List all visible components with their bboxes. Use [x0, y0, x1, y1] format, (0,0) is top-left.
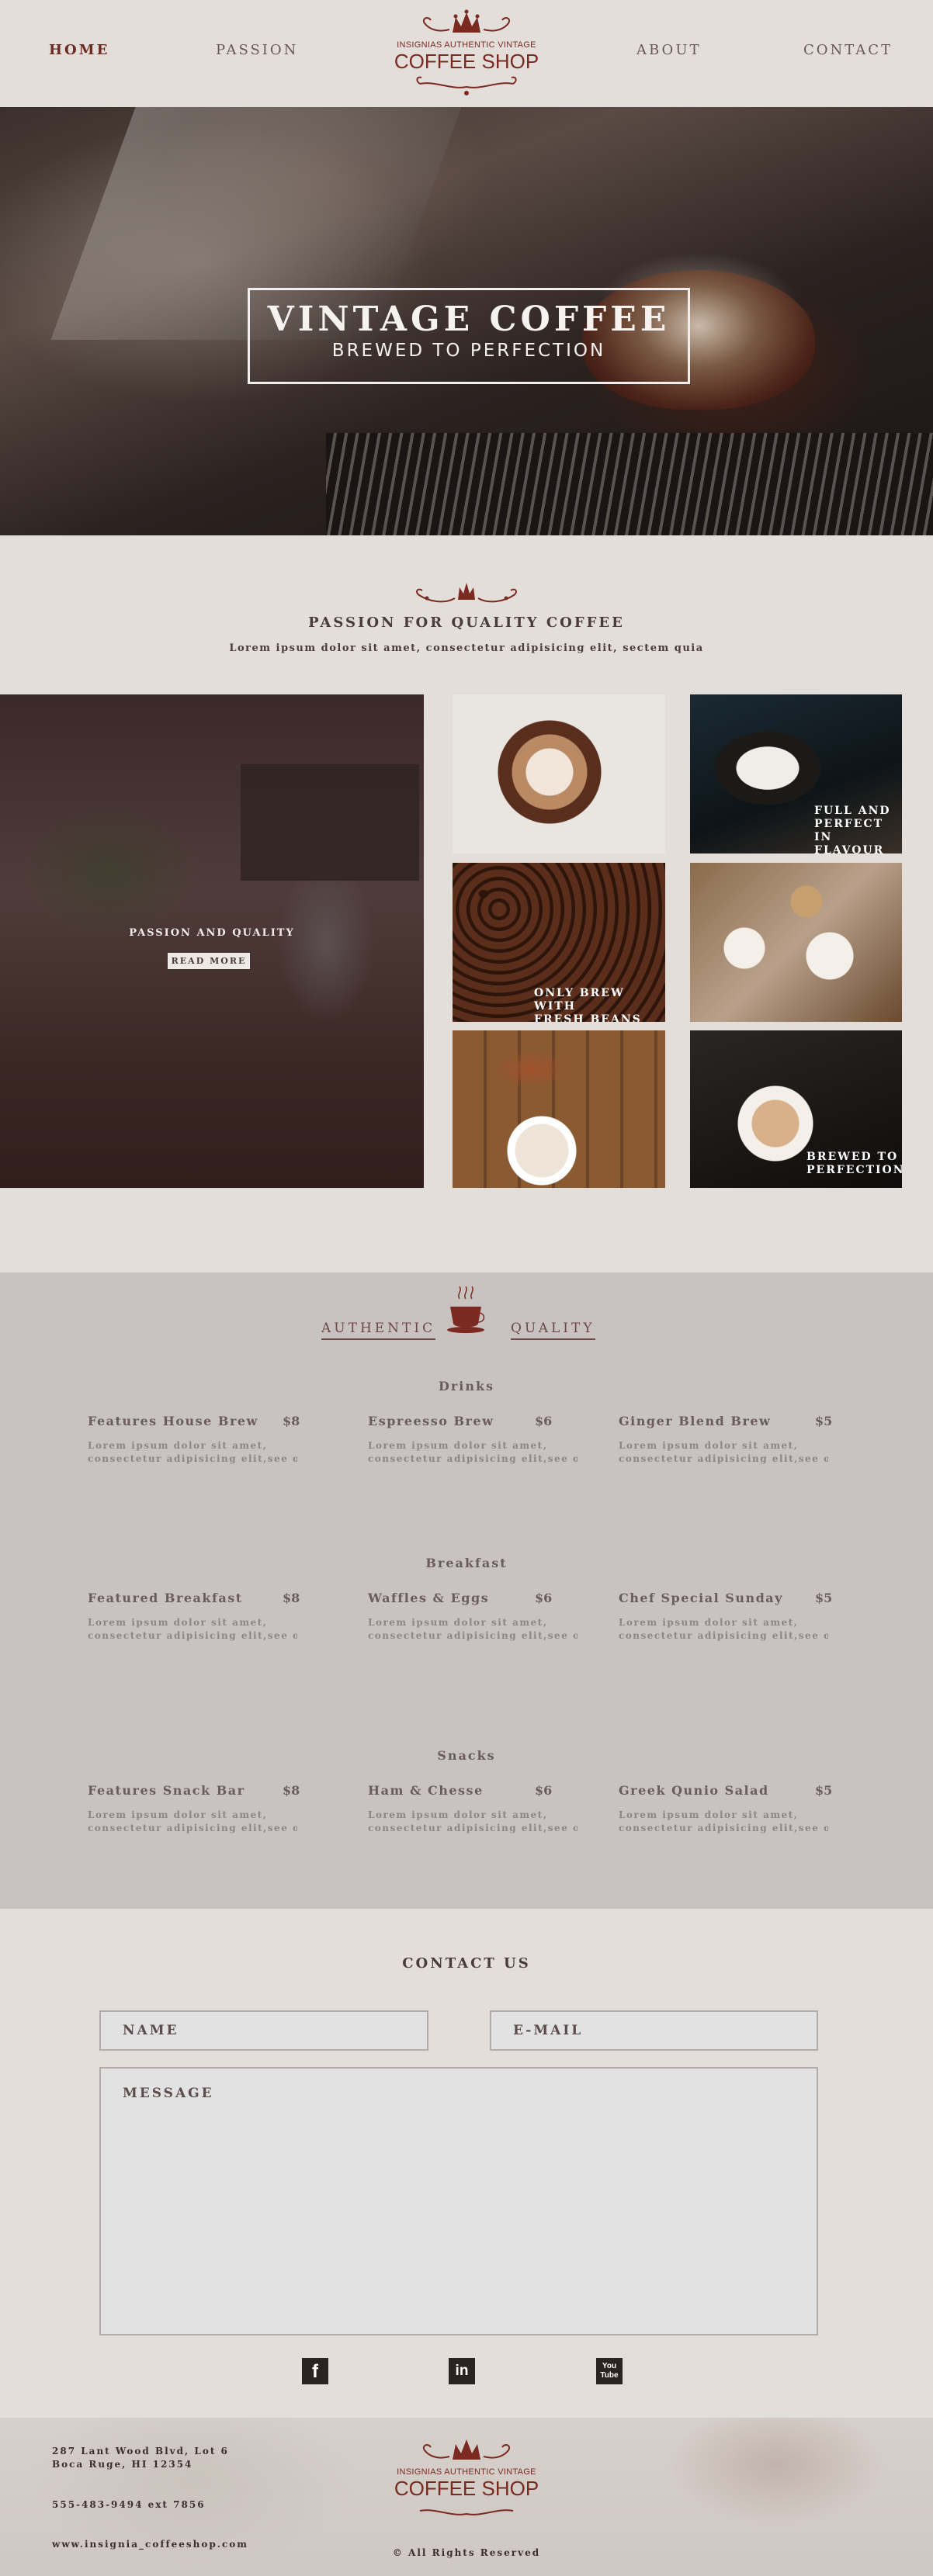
menu-item-desc: Lorem ipsum dolor sit amet, [88, 1617, 268, 1628]
menu-heading-left: AUTHENTIC [321, 1321, 436, 1340]
youtube-icon[interactable]: You Tube [596, 2358, 623, 2384]
linkedin-icon[interactable]: in [449, 2358, 475, 2384]
tile-caption: BREWED TO PERFECTION [806, 1151, 902, 1176]
read-more-button[interactable]: READ MORE [168, 953, 250, 969]
menu-item-name: Features Snack Bar [88, 1783, 245, 1798]
email-input[interactable] [490, 2010, 818, 2051]
footer-address-line2: Boca Ruge, HI 12354 [52, 2459, 193, 2470]
menu-item-desc: Lorem ipsum dolor sit amet, [619, 1440, 799, 1451]
menu-item-name: Ham & Chesse [368, 1783, 484, 1798]
contact-title: CONTACT US [402, 1955, 531, 1972]
nav-passion[interactable]: PASSION [216, 42, 298, 58]
menu-category-snacks: Snacks [437, 1748, 496, 1763]
menu-item-desc: consectetur adipisicing elit,see oc [368, 1630, 577, 1641]
gallery-tile-black-cup[interactable]: FULL AND PERFECT IN FLAVOUR [690, 694, 902, 853]
feature-image: PASSION AND QUALITY READ MORE [0, 694, 424, 1188]
menu-item-price: $5 [815, 1414, 833, 1428]
nav-about[interactable]: ABOUT [636, 42, 702, 58]
menu-section: AUTHENTIC QUALITY Drinks Features House … [0, 1272, 933, 1909]
hero-title: VINTAGE COFFEE [267, 299, 671, 339]
menu-item-desc: consectetur adipisicing elit,see oc [619, 1823, 828, 1833]
gallery-tile-snacks[interactable] [453, 1030, 665, 1188]
menu-item-price: $5 [815, 1783, 833, 1798]
menu-category-drinks: Drinks [438, 1379, 495, 1394]
menu-item-price: $8 [283, 1591, 300, 1605]
site-footer: 287 Lant Wood Blvd, Lot 6 Boca Ruge, HI … [0, 2418, 933, 2576]
menu-item-price: $8 [283, 1414, 300, 1428]
menu-item-desc: Lorem ipsum dolor sit amet, [368, 1809, 548, 1820]
logo-name: COFFEE SHOP [394, 50, 539, 73]
menu-item-price: $5 [815, 1591, 833, 1605]
menu-item-desc: consectetur adipisicing elit,see oc [88, 1630, 297, 1641]
menu-item-name: Chef Special Sunday [619, 1591, 783, 1605]
menu-item-name: Waffles & Eggs [368, 1591, 490, 1605]
menu-item-desc: Lorem ipsum dolor sit amet, [619, 1617, 799, 1628]
feature-overlay [0, 694, 424, 1188]
gallery-tile-latte-art[interactable] [453, 694, 665, 853]
gallery-tile-coffee-beans[interactable]: ONLY BREW WITH FRESH BEANS [453, 863, 665, 1022]
menu-item-price: $6 [535, 1414, 553, 1428]
menu-item-desc: Lorem ipsum dolor sit amet, [88, 1809, 268, 1820]
menu-item-name: Greek Qunio Salad [619, 1783, 769, 1798]
nav-home[interactable]: HOME [49, 42, 109, 58]
passion-title: PASSION FOR QUALITY COFFEE [308, 615, 625, 631]
menu-item-price: $6 [535, 1783, 553, 1798]
feature-label: PASSION AND QUALITY [129, 927, 295, 939]
menu-item-desc: consectetur adipisicing elit,see oc [88, 1453, 297, 1464]
hero-subtitle: BREWED TO PERFECTION [331, 341, 606, 361]
logo-tagline: INSIGNIAS AUTHENTIC VINTAGE [397, 40, 536, 50]
coffee-cup-icon [447, 1286, 485, 1333]
menu-item-desc: consectetur adipisicing elit,see oc [368, 1453, 577, 1464]
hero-title-box: VINTAGE COFFEE BREWED TO PERFECTION [248, 288, 690, 384]
name-input[interactable] [99, 2010, 428, 2051]
gallery-tile-latte-pour[interactable]: BREWED TO PERFECTION [690, 1030, 902, 1188]
footer-address-line1: 287 Lant Wood Blvd, Lot 6 [52, 2446, 229, 2457]
menu-heading-right: QUALITY [511, 1321, 595, 1340]
menu-item-desc: Lorem ipsum dolor sit amet, [368, 1617, 548, 1628]
menu-item-name: Espreesso Brew [368, 1414, 494, 1428]
menu-item-desc: consectetur adipisicing elit,see oc [619, 1453, 828, 1464]
footer-phone[interactable]: 555-483-9494 ext 7856 [52, 2498, 206, 2512]
menu-item-desc: consectetur adipisicing elit,see oc [619, 1630, 828, 1641]
menu-category-breakfast: Breakfast [425, 1556, 508, 1570]
tile-caption: ONLY BREW WITH FRESH BEANS [534, 987, 642, 1022]
crown-ornament-icon [416, 583, 517, 603]
footer-rights: © All Rights Reserved [392, 2547, 541, 2558]
site-logo[interactable]: INSIGNIAS AUTHENTIC VINTAGE COFFEE SHOP [389, 6, 544, 101]
facebook-icon[interactable]: f [302, 2358, 328, 2384]
footer-logo-name: COFFEE SHOP [394, 2477, 539, 2500]
menu-item-name: Features House Brew [88, 1414, 258, 1428]
nav-contact[interactable]: CONTACT [803, 42, 893, 58]
page: HOME PASSION INSIGNIAS AUTHENTIC VINTAGE… [0, 0, 933, 2576]
site-header: HOME PASSION INSIGNIAS AUTHENTIC VINTAGE… [0, 0, 933, 107]
footer-logo: INSIGNIAS AUTHENTIC VINTAGE COFFEE SHOP [389, 2433, 544, 2528]
menu-item-name: Featured Breakfast [88, 1591, 243, 1605]
footer-logo-tagline: INSIGNIAS AUTHENTIC VINTAGE [397, 2467, 536, 2477]
menu-item-desc: Lorem ipsum dolor sit amet, [619, 1809, 799, 1820]
menu-item-price: $6 [535, 1591, 553, 1605]
message-textarea[interactable] [99, 2067, 818, 2335]
menu-item-desc: Lorem ipsum dolor sit amet, [88, 1440, 268, 1451]
gallery-tile-breakfast-table[interactable] [690, 863, 902, 1022]
hero-grill-shape [326, 433, 933, 535]
tile-caption: FULL AND PERFECT IN FLAVOUR [814, 805, 891, 853]
menu-item-price: $8 [283, 1783, 300, 1798]
menu-item-desc: consectetur adipisicing elit,see oc [368, 1823, 577, 1833]
menu-item-desc: consectetur adipisicing elit,see oc [88, 1823, 297, 1833]
hero-banner: VINTAGE COFFEE BREWED TO PERFECTION [0, 107, 933, 535]
passion-subtitle: Lorem ipsum dolor sit amet, consectetur … [229, 642, 704, 654]
menu-item-desc: Lorem ipsum dolor sit amet, [368, 1440, 548, 1451]
menu-item-name: Ginger Blend Brew [619, 1414, 772, 1428]
